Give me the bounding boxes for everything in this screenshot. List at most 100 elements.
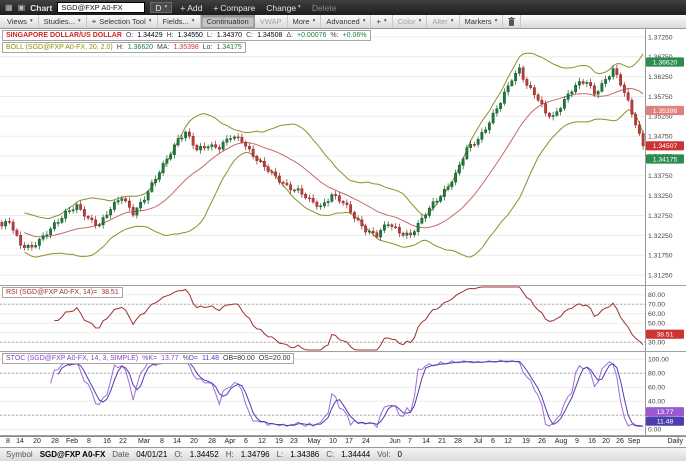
axis-tick-label: 50.00 <box>648 321 665 328</box>
candle-body <box>502 91 506 104</box>
chevron-down-icon: ▾ <box>29 17 33 24</box>
candle-body <box>255 156 259 161</box>
candle-body <box>236 136 240 139</box>
fields-button[interactable]: Fields... ▾ <box>158 15 201 28</box>
time-axis-label: 19 <box>522 438 530 445</box>
boll-mid-badge-value: 1.35398 <box>653 108 678 115</box>
candle-body <box>611 68 615 77</box>
titlebar: ▦ ▣ Chart D ▾ + Add + Compare Change ▾ D… <box>0 0 686 15</box>
alter-button[interactable]: Alter ▾ <box>427 15 460 28</box>
stoc-k-value: 13.77 <box>161 355 179 362</box>
candle-body <box>592 85 596 95</box>
close-value: 1.34508 <box>257 32 283 39</box>
bollinger-study-label: BOLL (SGD@FXP A0-FX, 20, 2.0) <box>6 44 113 51</box>
candle-body <box>139 201 143 209</box>
time-axis-label: 20 <box>190 438 198 445</box>
axis-tick-label: 30.00 <box>648 340 665 347</box>
views-button[interactable]: Views ▾ <box>2 15 39 28</box>
candle-body <box>4 221 8 227</box>
rsi-legend: RSI (SGD@FXP A0-FX, 14)= 38.51 <box>2 287 123 298</box>
more-button[interactable]: More ▾ <box>288 15 322 28</box>
candle-body <box>184 131 188 139</box>
delete-study-button[interactable] <box>503 15 522 28</box>
candle-body <box>341 201 345 204</box>
stoc-d-value: 11.48 <box>202 355 219 362</box>
markers-button[interactable]: Markers ▾ <box>460 15 504 28</box>
axis-tick-label: 1.35750 <box>648 94 673 101</box>
interval-dropdown[interactable]: D ▾ <box>150 2 173 13</box>
add-button[interactable]: + Add <box>177 3 205 13</box>
candle-body <box>615 68 619 75</box>
candle-body <box>30 244 34 248</box>
candle-body <box>56 222 60 224</box>
candle-body <box>540 99 544 104</box>
candle-body <box>94 219 98 226</box>
axis-tick-label: 1.34750 <box>648 134 673 141</box>
candle-body <box>11 221 15 231</box>
last-price-badge-value: 1.34507 <box>653 143 678 150</box>
price-chart[interactable]: 1.372501.367501.362501.357501.352501.347… <box>0 29 686 285</box>
candle-body <box>120 198 124 201</box>
status-high: 1.34796 <box>240 450 270 459</box>
studies-button[interactable]: Studies... ▾ <box>39 15 87 28</box>
candle-body <box>247 146 251 150</box>
chevron-down-icon: ▾ <box>77 17 81 24</box>
candle-body <box>240 136 244 143</box>
selection-tool-button[interactable]: ⌖ Selection Tool ▾ <box>87 15 158 28</box>
candle-body <box>604 79 608 84</box>
candle-body <box>191 136 195 146</box>
candle-body <box>259 160 263 162</box>
candle-body <box>487 122 491 131</box>
boll-mid-value: 1.35398 <box>173 44 199 51</box>
candle-body <box>397 227 401 234</box>
candle-body <box>199 146 203 151</box>
candle-body <box>379 230 383 238</box>
high-value: 1.34550 <box>177 32 203 39</box>
candle-body <box>510 80 514 86</box>
candle-body <box>86 216 90 219</box>
time-axis-label: Mar <box>137 438 151 445</box>
status-volume: 0 <box>397 450 402 459</box>
candle-body <box>266 166 270 172</box>
vwap-toggle[interactable]: VWAP <box>255 15 288 28</box>
candle-body <box>127 200 131 208</box>
stoc-os-value: OS=20.00 <box>258 355 291 362</box>
candles-layer <box>0 63 645 251</box>
candle-body <box>514 72 518 82</box>
candle-body <box>202 146 206 149</box>
selection-tool-icon: ⌖ <box>91 16 97 26</box>
candle-body <box>506 85 510 93</box>
candle-body <box>630 99 634 115</box>
rsi-line <box>54 286 644 351</box>
date-label: Date <box>112 450 130 459</box>
interval-label: Daily <box>667 438 683 445</box>
candle-body <box>405 232 409 236</box>
color-button[interactable]: Color ▾ <box>393 15 428 28</box>
delete-button[interactable]: Delete <box>309 3 340 13</box>
candle-body <box>439 196 443 202</box>
time-axis[interactable]: Daily 8 14 20 28 Feb 8 16 22 Mar 8 14 20 28 Apr 6 12 19 2… <box>0 436 686 447</box>
symbol-label: Symbol <box>6 450 33 459</box>
chevron-down-icon: ▾ <box>298 3 301 10</box>
time-axis-label: 16 <box>103 438 111 445</box>
axis-tick-label: 1.33250 <box>648 193 673 200</box>
compare-button[interactable]: + Compare <box>210 3 258 13</box>
candle-body <box>251 148 255 157</box>
advanced-button[interactable]: Advanced ▾ <box>321 15 372 28</box>
zoom-button[interactable]: + ▾ <box>371 15 393 28</box>
candle-body <box>270 171 274 173</box>
symbol-input[interactable] <box>57 2 146 13</box>
stochastic-chart[interactable]: 100.0080.0060.0040.0020.000.0013.7711.48 <box>0 352 686 435</box>
candle-body <box>394 226 398 229</box>
candle-body <box>457 165 461 174</box>
candle-body <box>7 221 11 223</box>
time-axis-label: 24 <box>362 438 370 445</box>
axis-tick-label: 100.00 <box>648 357 669 364</box>
time-axis-label: 6 <box>244 438 248 445</box>
continuation-toggle[interactable]: Continuation <box>200 15 255 28</box>
price-legend: SINGAPORE DOLLAR/US DOLLAR O: 1.34429 H: 1… <box>2 30 371 41</box>
candle-body <box>476 139 480 145</box>
change-button[interactable]: Change ▾ <box>263 3 304 13</box>
rsi-badge-value: 38.51 <box>656 332 673 339</box>
time-axis-label: 14 <box>16 438 24 445</box>
